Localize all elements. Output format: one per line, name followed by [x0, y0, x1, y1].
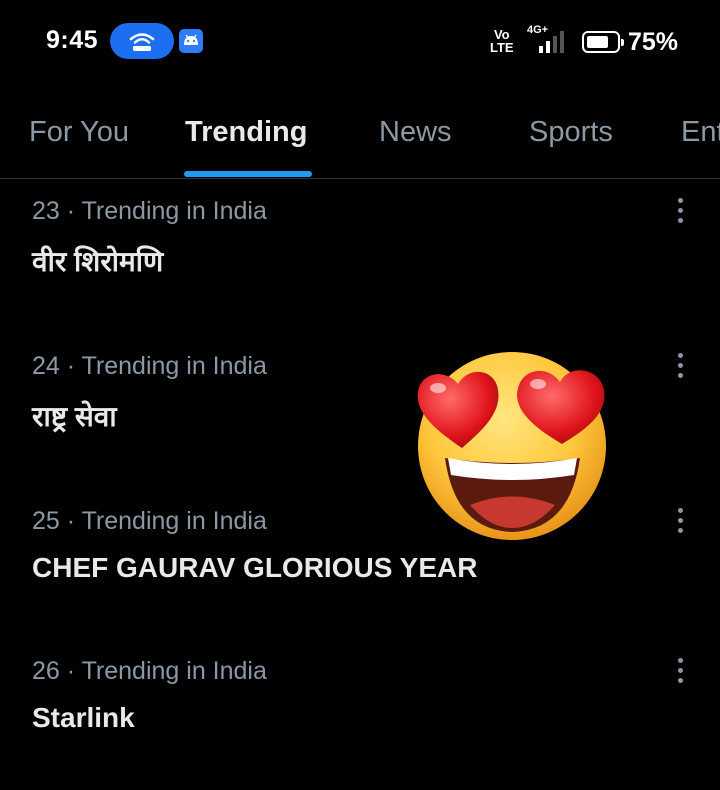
trend-title: CHEF GAURAV GLORIOUS YEAR: [32, 552, 478, 583]
trend-item[interactable]: 24 · Trending in India राष्ट्र सेवा: [0, 335, 720, 485]
volte-indicator: Vo LTE: [490, 28, 514, 54]
tab-entertainment[interactable]: Ent: [681, 116, 720, 149]
android-icon: [179, 29, 203, 53]
more-options-icon[interactable]: [670, 198, 690, 228]
tab-for-you[interactable]: For You: [29, 116, 129, 149]
hotspot-pill[interactable]: [110, 23, 174, 59]
signal-icon: [539, 31, 564, 53]
heart-eyes-emoji-icon: [417, 352, 606, 540]
trend-context: 23 · Trending in India: [32, 197, 267, 225]
tab-trending[interactable]: Trending: [185, 116, 307, 149]
trend-title: Starlink: [32, 702, 135, 733]
active-tab-indicator: [184, 171, 312, 177]
trend-title: राष्ट्र सेवा: [32, 401, 117, 432]
more-options-icon[interactable]: [670, 353, 690, 383]
more-options-icon[interactable]: [670, 508, 690, 538]
trend-item[interactable]: 25 · Trending in India CHEF GAURAV GLORI…: [0, 490, 720, 640]
trend-context: 24 · Trending in India: [32, 352, 267, 380]
more-options-icon[interactable]: [670, 658, 690, 688]
trend-item[interactable]: 23 · Trending in India वीर शिरोमणि: [0, 180, 720, 330]
tab-news[interactable]: News: [379, 116, 452, 149]
volte-line-2: LTE: [490, 40, 514, 55]
trend-item[interactable]: 26 · Trending in India Starlink: [0, 640, 720, 790]
hotspot-icon: [129, 33, 155, 51]
battery-fill: [587, 36, 608, 48]
trend-context: 25 · Trending in India: [32, 507, 267, 535]
battery-nub: [621, 39, 624, 46]
battery-icon: [582, 31, 624, 53]
clock: 9:45: [46, 26, 99, 54]
tab-sports[interactable]: Sports: [529, 116, 613, 149]
trend-context: 26 · Trending in India: [32, 657, 267, 685]
trend-title: वीर शिरोमणि: [32, 246, 164, 277]
tab-bar: For You Trending News Sports Ent: [0, 100, 720, 179]
battery-percent: 75%: [628, 28, 679, 56]
status-bar: 9:45 Vo LTE 4G+ 75%: [0, 0, 720, 84]
